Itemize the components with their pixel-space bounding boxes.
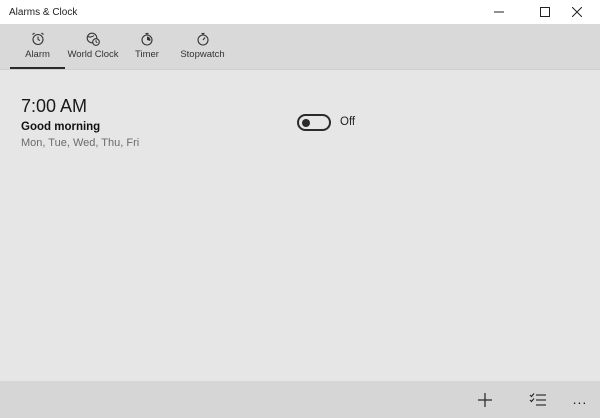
title-bar: Alarms & Clock — [0, 0, 600, 24]
command-bar: ... — [0, 381, 600, 418]
tab-alarm-label: Alarm — [25, 49, 50, 60]
alarm-item[interactable]: 7:00 AM Good morning Mon, Tue, Wed, Thu,… — [0, 70, 600, 160]
close-icon — [572, 7, 582, 17]
add-icon — [478, 392, 492, 407]
tab-alarm[interactable]: Alarm — [10, 24, 65, 70]
minimize-icon — [494, 11, 504, 13]
close-button[interactable] — [554, 0, 600, 24]
alarm-list: 7:00 AM Good morning Mon, Tue, Wed, Thu,… — [0, 70, 600, 381]
minimize-button[interactable] — [476, 0, 522, 24]
tab-timer[interactable]: Timer — [127, 24, 167, 70]
select-alarms-button[interactable] — [518, 381, 558, 418]
tab-world-clock[interactable]: World Clock — [65, 24, 121, 70]
selected-tab-indicator — [10, 67, 65, 69]
alarm-days: Mon, Tue, Wed, Thu, Fri — [21, 137, 140, 149]
timer-icon — [141, 32, 153, 46]
tab-bar: Alarm World Clock Timer Stopwatch — [0, 24, 600, 70]
tab-stopwatch-label: Stopwatch — [180, 49, 225, 60]
select-multiple-icon — [529, 392, 546, 406]
tab-timer-label: Timer — [135, 49, 159, 60]
globe-clock-icon — [86, 32, 100, 46]
toggle-knob — [302, 118, 310, 127]
tab-stopwatch[interactable]: Stopwatch — [175, 24, 230, 70]
more-options-button[interactable]: ... — [560, 381, 600, 418]
alarm-toggle-label: Off — [340, 116, 356, 128]
tab-world-clock-label: World Clock — [67, 49, 119, 60]
maximize-icon — [540, 7, 550, 17]
alarm-toggle[interactable] — [297, 114, 331, 131]
alarm-time: 7:00 AM — [21, 96, 88, 116]
alarm-clock-icon — [31, 32, 44, 46]
more-icon: ... — [572, 390, 588, 407]
stopwatch-icon — [196, 32, 209, 46]
alarm-name: Good morning — [21, 121, 101, 133]
add-alarm-button[interactable] — [465, 381, 505, 418]
window-title: Alarms & Clock — [9, 7, 78, 18]
